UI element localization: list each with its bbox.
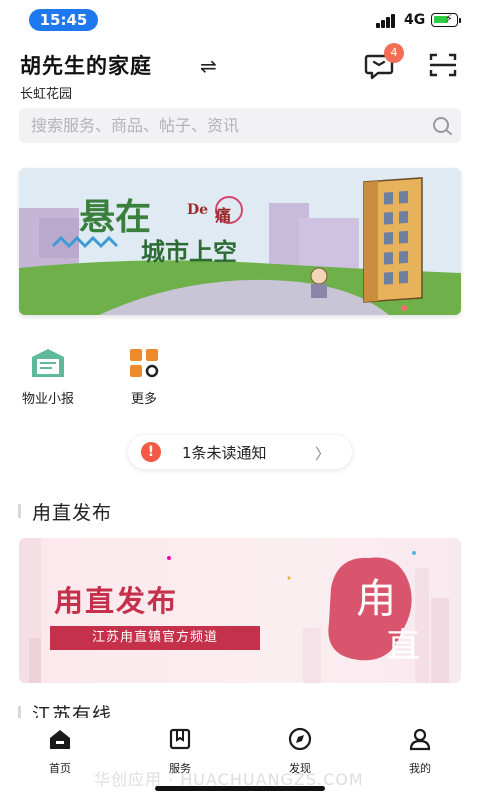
- chevron-right-icon: 〉: [314, 445, 330, 463]
- scan-button[interactable]: [426, 48, 460, 82]
- network-label: 4G: [404, 12, 426, 28]
- message-badge: 4: [384, 43, 404, 63]
- search-icon[interactable]: [431, 115, 453, 137]
- seal-char-bottom: 直: [386, 626, 420, 666]
- quick-entry-bulletin[interactable]: 物业小报: [13, 347, 83, 407]
- signal-icon: [376, 14, 400, 28]
- section-marker: [18, 504, 21, 518]
- more-grid-icon: [126, 347, 162, 379]
- card-title: 甪直发布: [54, 584, 179, 618]
- search-input[interactable]: [31, 108, 431, 143]
- bulletin-icon: [30, 347, 66, 379]
- swap-icon[interactable]: ⇌: [200, 54, 217, 78]
- promo-banner[interactable]: 悬在 De 痛 城市上空: [19, 168, 461, 315]
- discover-icon: [288, 727, 312, 751]
- battery-icon: ⚡: [431, 12, 458, 27]
- service-icon: [169, 728, 191, 750]
- seal-char-top: 甪: [356, 576, 396, 622]
- scan-icon: [429, 53, 457, 77]
- battery-tip: [459, 18, 461, 23]
- alert-icon: !: [141, 442, 161, 462]
- community-name: 长虹花园: [20, 87, 73, 102]
- search-bar[interactable]: [19, 108, 461, 143]
- card-tag: 江苏甪直镇官方频道: [50, 626, 260, 650]
- tab-label: 首页: [49, 762, 71, 775]
- home-indicator: [155, 786, 325, 791]
- banner-subtitle: 城市上空: [141, 237, 237, 266]
- status-bar: 15:45 4G ⚡: [0, 0, 480, 40]
- luzhi-news-card[interactable]: 甪直发布 江苏甪直镇官方频道 甪 直: [19, 538, 461, 683]
- tab-label: 我的: [409, 762, 431, 775]
- banner-de: De: [187, 202, 209, 218]
- tab-home[interactable]: 首页: [20, 726, 100, 776]
- unread-notification-button[interactable]: ! 1条未读通知 〉: [128, 435, 352, 469]
- section-title: 甪直发布: [32, 502, 113, 524]
- home-icon: [50, 730, 70, 749]
- banner-tong: 痛: [215, 206, 232, 225]
- quick-entry-more[interactable]: 更多: [109, 347, 179, 407]
- tab-profile[interactable]: 我的: [380, 726, 460, 776]
- quick-entry-label: 物业小报: [21, 392, 74, 407]
- notification-text: 1条未读通知: [182, 444, 267, 462]
- profile-icon: [409, 728, 431, 751]
- quick-entry-label: 更多: [130, 392, 157, 407]
- home-title[interactable]: 胡先生的家庭: [20, 50, 152, 80]
- status-time: 15:45: [29, 9, 98, 31]
